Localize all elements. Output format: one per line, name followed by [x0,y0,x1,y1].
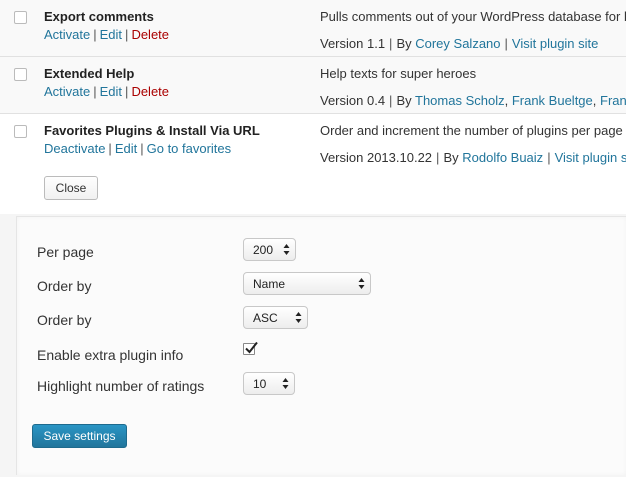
per-page-value: 200 [253,243,274,257]
plugin-version: Version 0.4 [320,93,386,108]
select-arrows-icon [282,376,289,391]
plugin-description: Help texts for super heroes [320,66,477,81]
by-label: By [396,36,412,51]
per-page-label: Per page [37,244,94,260]
order-by-field-select[interactable]: Name [243,272,371,295]
plugin-row-extended-help: Extended Help Activate | Edit | Delete Help … [0,57,626,114]
order-direction-value: ASC [253,311,278,325]
select-arrows-icon [295,310,302,325]
plugin-checkbox[interactable] [14,11,27,24]
by-label: By [396,93,412,108]
order-direction-select[interactable]: ASC [243,306,308,329]
select-arrows-icon [358,276,365,291]
order-by-label: Order by [37,278,92,294]
plugin-meta: Version 2013.10.22 | By Rodolfo Buaiz | Visi… [320,150,626,165]
plugin-meta: Version 0.4 | By Thomas Scholz, Frank Buel… [320,93,626,108]
plugin-version: Version 2013.10.22 [320,150,433,165]
plugin-checkbox[interactable] [14,68,27,81]
plugin-actions: Deactivate | Edit | Go to favorites [44,141,232,156]
highlight-ratings-value: 10 [253,377,267,391]
close-area: Close [0,170,626,214]
order-direction-label: Order by [37,312,92,328]
order-by-field-value: Name [253,277,286,291]
delete-link[interactable]: Delete [131,27,169,42]
author-link[interactable]: Corey Salzano [415,36,500,51]
visit-plugin-site-link[interactable]: Visit plugin site [555,150,626,165]
edit-link[interactable]: Edit [100,27,122,42]
extra-info-label: Enable extra plugin info [37,347,184,363]
author-link[interactable]: Thomas Scholz [415,93,505,108]
plugin-row-favorites-plugins: Favorites Plugins & Install Via URL Deac… [0,114,626,171]
plugin-name: Favorites Plugins & Install Via URL [44,123,260,138]
go-to-favorites-link[interactable]: Go to favorites [147,141,232,156]
extra-info-checkbox[interactable] [243,341,258,355]
per-page-select[interactable]: 200 [243,238,296,261]
highlight-ratings-label: Highlight number of ratings [37,378,205,394]
plugin-meta: Version 1.1 | By Corey Salzano | Visit plugi… [320,36,599,51]
visit-plugin-site-link[interactable]: Visit plugin site [512,36,598,51]
highlight-ratings-select[interactable]: 10 [243,372,295,395]
activate-link[interactable]: Activate [44,27,90,42]
plugin-version: Version 1.1 [320,36,386,51]
edit-link[interactable]: Edit [100,84,122,99]
select-arrows-icon [283,242,290,257]
close-button[interactable]: Close [44,176,98,200]
settings-panel: Per page 200 Order by Name Order by ASC … [16,216,626,475]
plugin-description: Order and increment the number of plugin… [320,123,626,138]
plugin-actions: Activate | Edit | Delete [44,27,170,42]
edit-link[interactable]: Edit [115,141,137,156]
deactivate-link[interactable]: Deactivate [44,141,105,156]
author-link[interactable]: Frank Bueltge [512,93,593,108]
delete-link[interactable]: Delete [131,84,169,99]
author-link[interactable]: Franz Jo [600,93,626,108]
plugin-description: Pulls comments out of your WordPress dat… [320,9,626,24]
by-label: By [443,150,459,165]
plugin-name: Extended Help [44,66,135,81]
save-settings-button[interactable]: Save settings [32,424,127,448]
author-link[interactable]: Rodolfo Buaiz [462,150,543,165]
plugin-name: Export comments [44,9,154,24]
plugin-row-export-comments: Export comments Activate | Edit | Delete Pul… [0,0,626,57]
plugin-actions: Activate | Edit | Delete [44,84,170,99]
activate-link[interactable]: Activate [44,84,90,99]
checkmark-icon [245,341,258,354]
plugin-checkbox[interactable] [14,125,27,138]
